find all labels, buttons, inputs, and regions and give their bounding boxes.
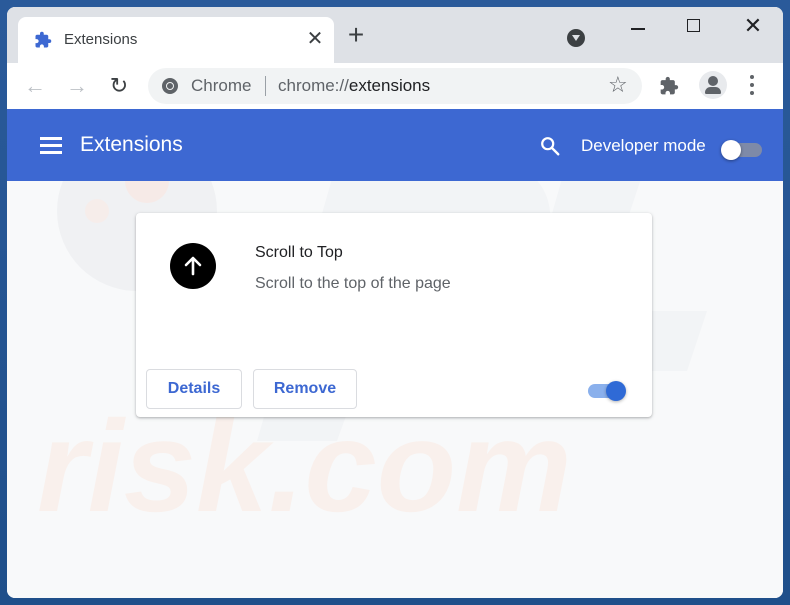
tab-title: Extensions (64, 31, 138, 48)
tab-extensions[interactable]: Extensions ✕ (18, 17, 334, 63)
extensions-list: risk.com Scroll to Top Scroll to the top… (7, 181, 783, 598)
developer-mode-toggle[interactable] (721, 140, 762, 160)
url-scheme: chrome:// (278, 76, 349, 95)
maximize-button[interactable] (673, 13, 713, 41)
extension-description: Scroll to the top of the page (255, 275, 451, 292)
chrome-logo-icon (162, 78, 178, 94)
extension-name: Scroll to Top (255, 244, 343, 261)
site-label: Chrome (191, 76, 252, 95)
page-title: Extensions (80, 133, 183, 156)
developer-mode-label: Developer mode (581, 136, 706, 155)
close-tab-icon[interactable]: ✕ (303, 27, 327, 51)
title-bar: Extensions ✕ + ✕ (7, 7, 783, 63)
browser-toolbar: ← → ↻ Chrome chrome://extensions ☆ (7, 63, 783, 109)
close-window-button[interactable]: ✕ (733, 13, 773, 41)
extension-card: Scroll to Top Scroll to the top of the p… (136, 213, 652, 417)
address-bar[interactable]: Chrome chrome://extensions ☆ (148, 68, 642, 104)
reload-icon[interactable]: ↻ (105, 72, 133, 100)
extension-enable-toggle[interactable] (588, 381, 626, 401)
browser-window: Extensions ✕ + ✕ ← → ↻ Chrome chrome://e… (7, 7, 783, 598)
minimize-button[interactable] (618, 13, 658, 41)
new-tab-button[interactable]: + (344, 21, 368, 49)
hamburger-menu-icon[interactable] (40, 137, 62, 154)
remove-button[interactable]: Remove (253, 369, 357, 409)
omnibox-divider (265, 76, 266, 96)
details-button[interactable]: Details (146, 369, 242, 409)
extensions-puzzle-icon[interactable] (659, 76, 679, 96)
back-arrow-icon[interactable]: ← (21, 72, 49, 100)
toggle-knob (606, 381, 626, 401)
url-text[interactable]: chrome://extensions (278, 76, 430, 96)
profile-avatar-icon[interactable] (699, 71, 727, 99)
more-menu-icon[interactable] (749, 75, 755, 97)
forward-arrow-icon[interactable]: → (63, 72, 91, 100)
extensions-header: Extensions Developer mode (7, 109, 783, 181)
url-host: extensions (348, 76, 431, 95)
scroll-to-top-logo-icon (170, 243, 216, 289)
puzzle-piece-icon (35, 31, 52, 48)
tab-search-icon[interactable] (567, 29, 585, 47)
search-icon[interactable] (539, 135, 561, 157)
bookmark-star-icon[interactable]: ☆ (608, 72, 628, 98)
toggle-knob (721, 140, 741, 160)
